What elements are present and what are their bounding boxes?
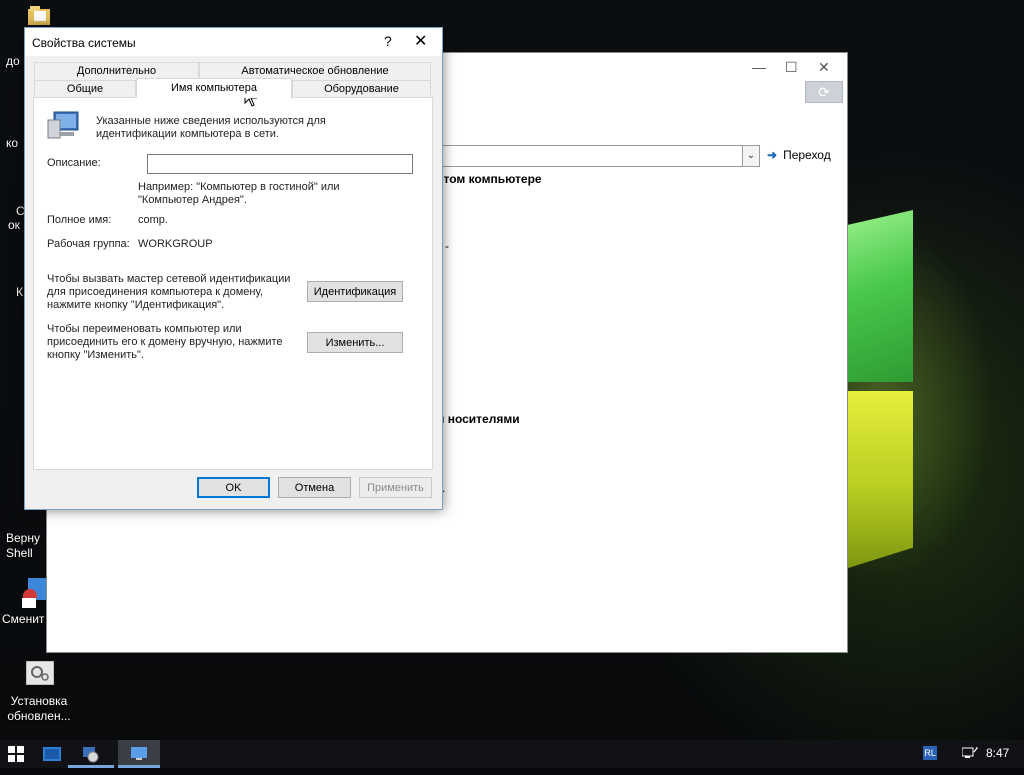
arrow-right-icon: ➜ xyxy=(767,148,778,162)
desktop-icon-label[interactable]: К xyxy=(16,285,23,300)
explorer-text: и носителями xyxy=(437,412,520,426)
intro-text: Указанные ниже сведения используются для… xyxy=(96,115,326,140)
help-button[interactable]: ? xyxy=(384,33,392,49)
tab-advanced[interactable]: Дополнительно xyxy=(34,62,199,79)
computer-network-icon xyxy=(47,111,79,139)
language-indicator[interactable]: RL xyxy=(923,746,937,760)
desktop-icon-label[interactable]: Установка обновлен... xyxy=(4,694,74,724)
wallpaper-green-pane xyxy=(845,210,913,382)
shortcut-icon[interactable] xyxy=(22,576,48,610)
desktop-icon-label[interactable]: Верну Shell xyxy=(6,531,46,561)
identification-button[interactable]: Идентификация xyxy=(307,281,403,302)
network-app-icon[interactable] xyxy=(81,745,99,773)
system-properties-dialog[interactable]: Свойства системы ? ✕ Дополнительно Автом… xyxy=(24,27,443,510)
tab-computer-name[interactable]: Имя компьютера xyxy=(136,78,292,98)
rename-text: Чтобы переименовать компьютер или присое… xyxy=(47,323,283,361)
explorer-text: - xyxy=(445,239,449,253)
network-status-icon[interactable] xyxy=(962,746,978,760)
dialog-titlebar[interactable]: Свойства системы ? ✕ xyxy=(25,28,442,56)
desktop: до ко С ок К Верну Shell Сменит Установк… xyxy=(0,0,1024,740)
computer-name-panel: Указанные ниже сведения используются для… xyxy=(33,97,433,470)
desktop-app-icon[interactable] xyxy=(43,747,61,775)
fullname-value: comp. xyxy=(138,214,168,226)
close-icon[interactable]: ✕ xyxy=(818,59,830,76)
ok-button[interactable]: OK xyxy=(197,477,270,498)
wizard-text: Чтобы вызвать мастер сетевой идентификац… xyxy=(47,273,291,311)
dialog-title: Свойства системы xyxy=(32,36,136,50)
tab-hardware[interactable]: Оборудование xyxy=(292,80,431,97)
description-input[interactable] xyxy=(147,154,413,174)
change-button[interactable]: Изменить... xyxy=(307,332,403,353)
close-button[interactable]: ✕ xyxy=(414,31,427,51)
explorer-text: этом компьютере xyxy=(437,172,542,186)
desktop-icon-label[interactable]: ок xyxy=(8,218,20,233)
fullname-label: Полное имя: xyxy=(47,214,112,226)
taskbar-active-app[interactable] xyxy=(118,740,160,768)
workgroup-label: Рабочая группа: xyxy=(47,238,130,250)
example-text: Например: "Компьютер в гостиной" или "Ко… xyxy=(138,181,340,206)
desktop-icon-label[interactable]: Сменит xyxy=(2,612,44,627)
apply-button[interactable]: Применить xyxy=(359,477,432,498)
tab-auto-update[interactable]: Автоматическое обновление xyxy=(199,62,431,79)
taskbar: RL 8:47 xyxy=(0,740,1024,768)
refresh-button[interactable]: ⟳ xyxy=(805,81,843,103)
address-bar[interactable] xyxy=(397,145,757,167)
go-button[interactable]: ➜ Переход xyxy=(767,148,831,162)
settings-app-icon[interactable] xyxy=(26,661,54,685)
windows-start-icon[interactable] xyxy=(8,746,24,774)
desktop-icon-label[interactable]: до xyxy=(6,54,20,69)
tab-general[interactable]: Общие xyxy=(34,80,136,97)
folder-icon[interactable] xyxy=(26,5,52,27)
go-label: Переход xyxy=(783,148,831,162)
chevron-down-icon[interactable]: ⌄ xyxy=(742,145,760,167)
clock[interactable]: 8:47 xyxy=(986,746,1009,760)
maximize-icon[interactable]: ☐ xyxy=(785,59,798,76)
computer-icon xyxy=(131,747,147,760)
minimize-icon[interactable]: — xyxy=(752,59,766,75)
desktop-icon-label[interactable]: ко xyxy=(6,136,18,151)
cancel-button[interactable]: Отмена xyxy=(278,477,351,498)
wallpaper-yellow-pane xyxy=(845,391,913,569)
description-label: Описание: xyxy=(47,157,101,169)
workgroup-value: WORKGROUP xyxy=(138,238,213,250)
